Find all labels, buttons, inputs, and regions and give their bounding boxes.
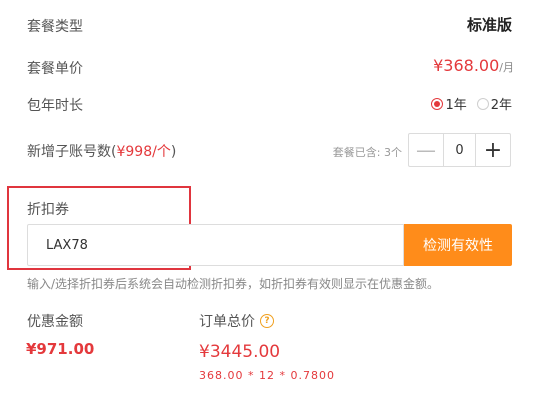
check-validity-button[interactable]: 检测有效性 [404, 224, 512, 266]
sub-accounts-label-suffix: ) [170, 144, 177, 160]
discount-amount-label: 优惠金额 [27, 314, 83, 330]
coupon-label: 折扣券 [27, 202, 69, 218]
sub-accounts-count[interactable]: 0 [443, 134, 476, 166]
radio-1-year[interactable] [431, 97, 444, 110]
sub-accounts-label-prefix: 新增子账号数( [27, 144, 117, 160]
duration-option-1-year[interactable]: 1年 [431, 94, 467, 113]
package-price-unit: /月 [499, 61, 514, 74]
decrement-button[interactable]: — [409, 134, 443, 166]
order-total-label-text: 订单总价 [199, 314, 255, 330]
duration-option-2-year-label: 2年 [490, 98, 512, 113]
duration-option-2-year[interactable]: 2年 [476, 94, 512, 113]
order-config-panel: 套餐类型 标准版 套餐单价 ¥368.00/月 包年时长 1年 2年 新增子账号… [0, 0, 543, 402]
radio-2-year[interactable] [476, 97, 489, 110]
sub-accounts-label: 新增子账号数(¥998/个) [27, 141, 176, 161]
help-icon[interactable]: ? [260, 314, 274, 328]
included-accounts-text: 套餐已含: 3个 [332, 146, 402, 159]
annual-duration-radio-group: 1年 2年 [431, 94, 512, 113]
discount-amount-value: ¥971.00 [26, 340, 95, 358]
annual-duration-label: 包年时长 [27, 98, 83, 114]
package-price-label: 套餐单价 [27, 61, 83, 77]
coupon-hint: 输入/选择折扣券后系统会自动检测折扣券，如折扣券有效则显示在优惠金额。 [27, 277, 440, 291]
coupon-input[interactable] [27, 224, 404, 266]
order-total-value: ¥3445.00 [199, 342, 281, 362]
order-total-label: 订单总价 ? [199, 311, 274, 331]
duration-option-1-year-label: 1年 [445, 98, 467, 113]
increment-button[interactable]: + [476, 134, 510, 166]
package-price-amount: ¥368.00 [433, 56, 500, 75]
order-total-formula: 368.00 * 12 * 0.7800 [199, 369, 335, 382]
package-type-label: 套餐类型 [27, 19, 83, 35]
sub-accounts-stepper: — 0 + [408, 133, 511, 167]
package-type-value: 标准版 [466, 16, 512, 34]
package-price-value: ¥368.00/月 [433, 56, 514, 75]
sub-accounts-price: ¥998/个 [116, 144, 171, 160]
